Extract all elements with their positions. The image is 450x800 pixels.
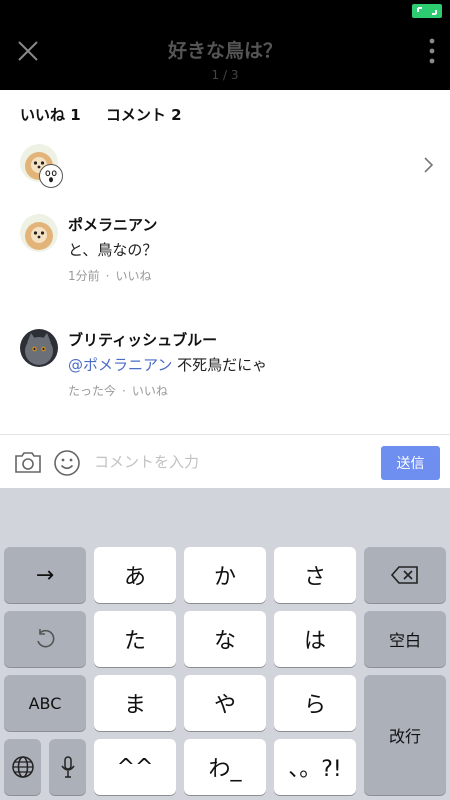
key-arrow-right[interactable]: → — [4, 547, 86, 603]
avatar[interactable] — [20, 214, 58, 252]
comment-author[interactable]: ポメラニアン — [68, 214, 157, 235]
surprised-reaction-icon — [39, 164, 63, 188]
comment-text: @ポメラニアン 不死鳥だにゃ — [68, 354, 267, 375]
camera-icon[interactable] — [14, 449, 42, 475]
key-na[interactable]: な — [184, 611, 266, 667]
chevron-right-icon[interactable] — [422, 156, 434, 174]
key-microphone[interactable] — [49, 739, 86, 795]
send-button[interactable]: 送信 — [381, 446, 440, 480]
key-ka[interactable]: か — [184, 547, 266, 603]
key-punctuation[interactable]: 、。?! — [274, 739, 356, 795]
key-return[interactable]: 改行 — [364, 675, 446, 795]
tab-comments[interactable]: コメント 2 — [106, 106, 182, 124]
key-ma[interactable]: ま — [94, 675, 176, 731]
emoji-icon[interactable] — [53, 449, 81, 477]
comment-like-link[interactable]: いいね — [115, 269, 151, 283]
british-blue-cat-avatar-icon — [20, 329, 58, 367]
key-ha[interactable]: は — [274, 611, 356, 667]
comment-input-bar: 送信 — [0, 434, 450, 488]
comment-time: たった今 — [68, 384, 117, 398]
comment-item: ブリティッシュブルー @ポメラニアン 不死鳥だにゃ たった今 · いいね — [0, 329, 450, 399]
comment-text: と、鳥なの？ — [68, 241, 158, 259]
key-emoticon[interactable]: ^^ — [94, 739, 176, 795]
header-bar: 好きな鳥は？ 1 / 3 — [0, 0, 450, 90]
page-counter: 1 / 3 — [211, 68, 239, 82]
likes-row[interactable] — [0, 140, 450, 192]
key-ta[interactable]: た — [94, 611, 176, 667]
tab-bar: いいね 1 コメント 2 — [20, 104, 202, 125]
key-undo[interactable] — [4, 611, 86, 667]
expand-icon — [412, 4, 442, 18]
key-ya[interactable]: や — [184, 675, 266, 731]
pomeranian-avatar-icon — [20, 214, 58, 252]
comment-meta: たった今 · いいね — [68, 384, 168, 398]
key-backspace[interactable] — [364, 547, 446, 603]
key-ra[interactable]: ら — [274, 675, 356, 731]
key-globe[interactable] — [4, 739, 41, 795]
page-title: 好きな鳥は？ — [167, 40, 282, 62]
key-a[interactable]: あ — [94, 547, 176, 603]
mention-link[interactable]: @ポメラニアン — [68, 356, 172, 374]
microphone-icon — [60, 756, 75, 778]
comment-time: 1分前 — [68, 269, 100, 283]
avatar[interactable] — [20, 329, 58, 367]
key-abc[interactable]: ABC — [4, 675, 86, 731]
comment-input[interactable] — [94, 449, 364, 475]
comment-like-link[interactable]: いいね — [132, 384, 168, 398]
key-space[interactable]: 空白 — [364, 611, 446, 667]
comment-body: 不死鳥だにゃ — [172, 356, 268, 374]
comment-author[interactable]: ブリティッシュブルー — [68, 329, 217, 350]
key-sa[interactable]: さ — [274, 547, 356, 603]
comment-meta: 1分前 · いいね — [68, 269, 152, 283]
more-options-icon[interactable] — [426, 36, 438, 66]
comment-item: ポメラニアン と、鳥なの？ 1分前 · いいね — [0, 214, 450, 284]
key-wa[interactable]: わ_ — [184, 739, 266, 795]
undo-icon — [37, 629, 55, 648]
backspace-icon — [390, 566, 418, 584]
globe-icon — [11, 756, 34, 778]
tab-likes[interactable]: いいね 1 — [20, 106, 81, 124]
japanese-keyboard: → あ か さ た な は 空白 ABC ま や ら 改行 ^^ わ_ 、。?! — [0, 488, 450, 800]
